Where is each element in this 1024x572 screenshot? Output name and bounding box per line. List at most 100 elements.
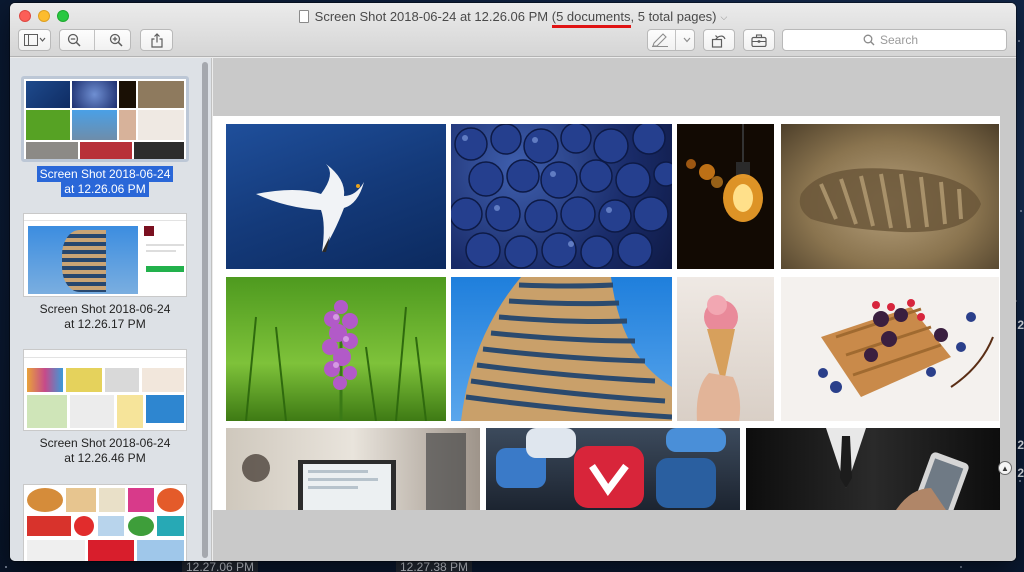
thumb-tile <box>99 488 125 512</box>
markup-pen-icon <box>652 33 669 47</box>
thumbnail-label-line: Screen Shot 2018-06-24 <box>39 436 171 450</box>
sidebar-toggle-button[interactable] <box>18 29 51 51</box>
thumb-tile <box>26 81 70 108</box>
thumb-tile <box>138 110 184 140</box>
thumb-tile <box>27 368 63 392</box>
thumb-tile <box>142 368 184 392</box>
waffles-graphic <box>818 299 994 397</box>
toolbox-icon <box>751 33 767 47</box>
sidebar-thumbnail-item[interactable]: Screen Shot 2018-06-24 at 12.26.46 PM <box>10 349 200 466</box>
thumb-tile <box>98 516 124 536</box>
app-icons-graphic <box>496 428 726 508</box>
photo-ice-cream <box>677 277 774 421</box>
share-button[interactable] <box>140 29 173 51</box>
document-view[interactable]: ▲ <box>213 58 1016 561</box>
rotate-button[interactable] <box>703 29 735 51</box>
thumb-tile <box>119 110 136 140</box>
desktop-edge-text: 2 <box>1017 318 1024 332</box>
zoom-in-button[interactable] <box>109 33 123 47</box>
thumb-tile <box>157 488 184 512</box>
thumb-tile <box>146 395 184 423</box>
title-document-count: (5 documents <box>551 9 631 28</box>
segment-divider <box>675 30 677 50</box>
thumb-header <box>24 350 186 358</box>
thumbnail-label: Screen Shot 2018-06-24 at 12.26.17 PM <box>10 302 200 332</box>
rotate-icon <box>711 34 726 48</box>
title-filename: Screen Shot 2018-06-24 at 12.26.06 PM <box>314 9 549 24</box>
photo-blueberries <box>451 124 672 269</box>
ice-cream-graphic <box>696 295 741 421</box>
thumb-line <box>146 250 176 252</box>
seagull-graphic <box>256 164 364 252</box>
thumb-tile <box>88 540 134 561</box>
thumb-button <box>146 266 184 272</box>
search-input[interactable] <box>880 33 926 47</box>
thumbnail-image[interactable] <box>23 349 187 431</box>
building-graphic <box>461 277 672 421</box>
search-icon <box>863 34 875 46</box>
bulbs-graphic <box>686 124 763 222</box>
thumb-tile <box>74 516 94 536</box>
thumb-tile <box>26 110 70 140</box>
photo-phone-suit <box>746 428 1000 510</box>
sidebar-thumbnail-item[interactable]: Screen Shot 2018-06-24 at 12.26.06 PM <box>10 76 200 197</box>
sidebar-icon <box>23 34 45 46</box>
thumb-building <box>62 230 106 292</box>
zoom-in-icon <box>109 33 123 47</box>
laptop-graphic <box>242 433 466 510</box>
thumb-tile <box>128 516 154 536</box>
thumb-tile <box>138 81 184 108</box>
thumb-tile <box>117 395 143 428</box>
segment-divider <box>94 30 96 50</box>
chevron-down-icon <box>683 37 691 43</box>
zoom-out-button[interactable] <box>67 33 81 47</box>
photo-laptop-meeting <box>226 428 480 510</box>
photo-footprint <box>781 124 999 269</box>
preview-window: Screen Shot 2018-06-24 at 12.26.06 PM (5… <box>10 3 1016 561</box>
thumb-header <box>24 214 186 221</box>
thumbnail-label-line: at 12.26.46 PM <box>64 451 146 465</box>
thumb-tile <box>66 488 96 512</box>
thumb-tile <box>105 368 139 392</box>
titlebar: Screen Shot 2018-06-24 at 12.26.06 PM (5… <box>10 3 1016 57</box>
search-field[interactable] <box>782 29 1007 51</box>
sidebar-thumbnail-item[interactable]: Screen Shot 2018-06-24 at 12.26.17 PM <box>10 213 200 332</box>
thumb-tile <box>70 395 114 428</box>
thumb-tile <box>128 488 154 512</box>
thumb-tile <box>27 516 71 536</box>
footprint-graphic <box>799 168 981 233</box>
scroll-up-icon[interactable]: ▲ <box>998 461 1012 475</box>
thumb-line <box>146 244 184 246</box>
zoom-control <box>59 29 131 51</box>
photo-app-icons <box>486 428 740 510</box>
thumb-tile <box>72 81 117 108</box>
thumbnail-label: Screen Shot 2018-06-24 at 12.26.06 PM <box>10 166 200 197</box>
phone-suit-graphic <box>826 428 969 510</box>
document-icon <box>298 10 309 23</box>
chevron-down-icon[interactable]: ⌵ <box>721 12 728 22</box>
thumbnail-label: Screen Shot 2018-06-24 at 12.26.46 PM <box>10 436 200 466</box>
thumbnail-image[interactable] <box>23 484 187 561</box>
thumbnail-image[interactable] <box>23 213 187 297</box>
thumbnail-label-line: at 12.26.06 PM <box>61 181 149 197</box>
sidebar-scrollbar[interactable] <box>202 62 208 558</box>
thumb-tile <box>27 540 85 561</box>
markup-button[interactable] <box>647 29 695 51</box>
thumbnail-label-line: Screen Shot 2018-06-24 <box>36 166 174 182</box>
thumb-tile <box>137 540 184 561</box>
photo-purple-flower <box>226 277 446 421</box>
sidebar-thumbnail-item[interactable] <box>10 484 200 561</box>
photo-building <box>451 277 672 421</box>
blueberries-graphic <box>451 124 672 269</box>
thumb-tile <box>80 142 132 159</box>
title-page-count: , 5 total pages) <box>630 9 717 24</box>
thumb-tile <box>27 395 67 428</box>
share-icon <box>150 32 163 48</box>
window-title[interactable]: Screen Shot 2018-06-24 at 12.26.06 PM (5… <box>10 9 1016 28</box>
zoom-out-icon <box>67 33 81 47</box>
page-canvas <box>213 116 1000 510</box>
thumbnail-label-line: Screen Shot 2018-06-24 <box>39 302 171 316</box>
thumbnail-sidebar: Screen Shot 2018-06-24 at 12.26.06 PM Sc… <box>10 58 212 561</box>
thumbnail-image[interactable] <box>21 76 189 162</box>
markup-toolbar-button[interactable] <box>743 29 775 51</box>
